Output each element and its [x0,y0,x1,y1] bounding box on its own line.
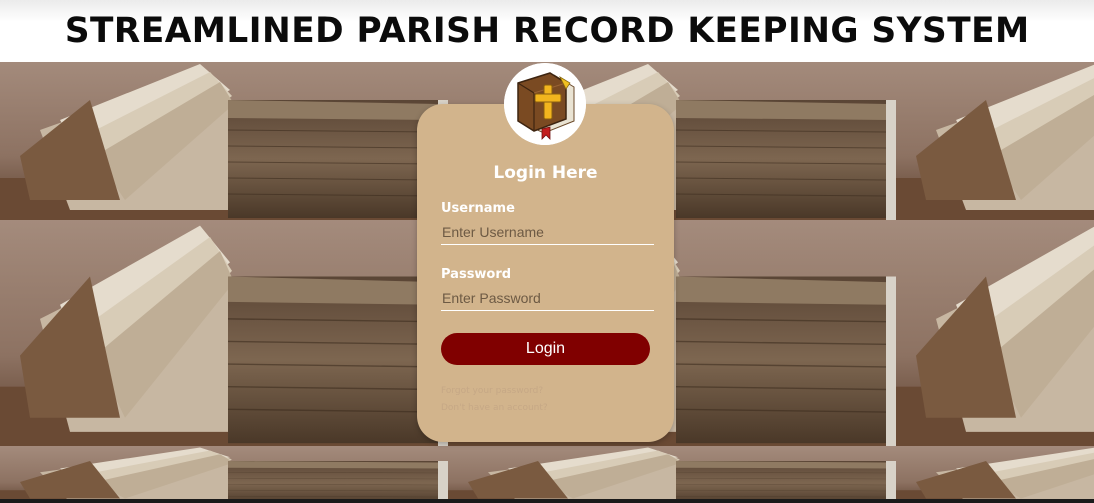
book-tile [0,446,448,503]
holy-bible-cross-icon [504,63,586,145]
signup-link[interactable]: Don't have an account? [441,403,548,413]
password-label: Password [441,267,512,282]
forgot-password-link[interactable]: Forgot your password? [441,386,543,396]
footer-strip [0,499,1094,503]
book-tile [0,62,448,220]
login-title: Login Here [493,163,598,183]
book-tile [896,220,1094,446]
book-tile [0,220,448,446]
login-button[interactable]: Login [441,333,650,365]
login-page: STREAMLINED PARISH RECORD KEEPING SYSTEM… [0,0,1094,503]
book-tile [896,446,1094,503]
bible-logo-avatar [504,63,586,145]
username-label: Username [441,201,515,216]
login-card: Login Here Username Password Login Forgo… [417,104,674,442]
book-tile [896,62,1094,220]
header-bar: STREAMLINED PARISH RECORD KEEPING SYSTEM [0,0,1094,62]
book-tile [448,446,896,503]
username-input[interactable] [441,220,654,245]
password-input[interactable] [441,286,654,311]
page-title: STREAMLINED PARISH RECORD KEEPING SYSTEM [64,11,1030,51]
